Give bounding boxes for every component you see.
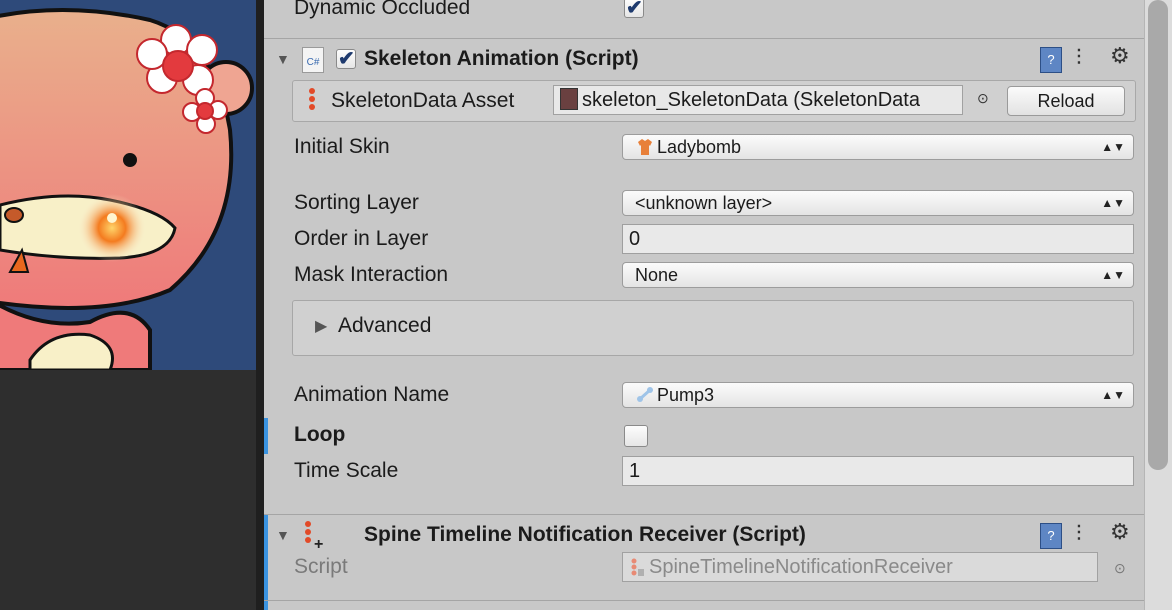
initial-skin-dropdown[interactable]: Ladybomb ▲▼ — [622, 134, 1134, 160]
skeleton-data-label: SkeletonData Asset — [331, 89, 515, 112]
foldout-arrow-icon[interactable]: ▼ — [276, 51, 290, 67]
reload-button[interactable]: Reload — [1007, 86, 1125, 116]
advanced-foldout[interactable]: Advanced — [338, 314, 431, 338]
modified-property-marker — [264, 418, 268, 454]
loop-checkbox[interactable] — [624, 425, 648, 447]
dynamic-occluded-checkbox[interactable]: ✔ — [624, 0, 644, 19]
object-picker-icon[interactable]: ⊙ — [977, 90, 989, 107]
scene-empty-area — [0, 370, 256, 610]
presets-sliders-icon[interactable]: ⫶ — [1076, 45, 1082, 71]
script-field: SpineTimelineNotificationReceiver — [622, 552, 1098, 582]
animation-name-dropdown[interactable]: Pump3 ▲▼ — [622, 382, 1134, 408]
script-asset-icon — [629, 557, 645, 577]
checkmark-icon: ✔ — [626, 0, 643, 19]
dropdown-arrows-icon: ▲▼ — [1101, 196, 1125, 210]
advanced-foldout-arrow-icon[interactable]: ▶ — [315, 316, 327, 336]
skeleton-data-row: SkeletonData Asset skeleton_SkeletonData… — [292, 80, 1136, 122]
sorting-layer-dropdown[interactable]: <unknown layer> ▲▼ — [622, 190, 1134, 216]
initial-skin-label: Initial Skin — [294, 135, 390, 158]
skin-shirt-icon — [635, 138, 655, 156]
foldout-arrow-icon[interactable]: ▼ — [276, 527, 290, 543]
loop-label: Loop — [294, 423, 346, 446]
order-in-layer-label: Order in Layer — [294, 227, 429, 250]
gear-icon[interactable]: ⚙ — [1110, 43, 1130, 69]
help-book-icon[interactable]: ? — [1040, 47, 1062, 73]
dynamic-occluded-label: Dynamic Occluded — [294, 0, 471, 19]
checkmark-icon: ✔ — [338, 48, 355, 70]
advanced-section: ▶ Advanced — [292, 300, 1134, 356]
scrollbar-thumb[interactable] — [1148, 0, 1168, 470]
csharp-script-icon: C# — [302, 47, 324, 73]
next-component-header[interactable] — [264, 600, 1144, 610]
component-enabled-checkbox[interactable]: ✔ — [336, 48, 356, 70]
skeleton-animation-header[interactable]: ▼ C# ✔ Skeleton Animation (Script) ? ⫶ ⚙ — [264, 38, 1144, 81]
dropdown-arrows-icon: ▲▼ — [1101, 140, 1125, 154]
sorting-layer-value: <unknown layer> — [635, 193, 773, 213]
sorting-layer-label: Sorting Layer — [294, 191, 419, 214]
spine-script-add-icon: + — [300, 519, 328, 553]
mask-interaction-label: Mask Interaction — [294, 263, 449, 286]
help-book-icon[interactable]: ? — [1040, 523, 1062, 549]
animation-name-value: Pump3 — [657, 385, 715, 405]
scene-view[interactable] — [0, 0, 256, 370]
receiver-component-title: Spine Timeline Notification Receiver (Sc… — [364, 523, 806, 546]
skeleton-data-asset-icon — [560, 88, 578, 110]
mask-interaction-dropdown[interactable]: None ▲▼ — [622, 262, 1134, 288]
animation-bone-icon — [635, 386, 655, 404]
panel-splitter[interactable] — [256, 0, 264, 610]
skeleton-data-field[interactable]: skeleton_SkeletonData (SkeletonData — [553, 85, 963, 115]
time-scale-field[interactable]: 1 — [622, 456, 1134, 486]
dropdown-arrows-icon: ▲▼ — [1101, 268, 1125, 282]
script-label: Script — [294, 555, 348, 578]
spine-bones-icon — [307, 87, 317, 113]
svg-text:+: + — [314, 536, 323, 549]
initial-skin-value: Ladybomb — [657, 137, 742, 157]
receiver-component-header[interactable]: ▼ + Spine Timeline Notification Receiver… — [264, 514, 1144, 557]
dropdown-arrows-icon: ▲▼ — [1101, 388, 1125, 402]
animation-name-label: Animation Name — [294, 383, 450, 406]
component-title: Skeleton Animation (Script) — [364, 47, 639, 70]
time-scale-label: Time Scale — [294, 459, 399, 482]
skeleton-data-value: skeleton_SkeletonData (SkeletonData — [582, 89, 920, 111]
order-in-layer-field[interactable]: 0 — [622, 224, 1134, 254]
script-value: SpineTimelineNotificationReceiver — [649, 556, 953, 578]
presets-sliders-icon[interactable]: ⫶ — [1076, 521, 1082, 547]
gear-icon[interactable]: ⚙ — [1110, 519, 1130, 545]
mask-interaction-value: None — [635, 265, 679, 285]
inspector-scrollbar[interactable] — [1144, 0, 1172, 610]
character-preview-image — [0, 0, 256, 370]
inspector-panel: Dynamic Occluded ✔ ▼ C# ✔ Skeleton Anima… — [264, 0, 1144, 610]
object-picker-icon[interactable]: ⊙ — [1114, 560, 1126, 577]
